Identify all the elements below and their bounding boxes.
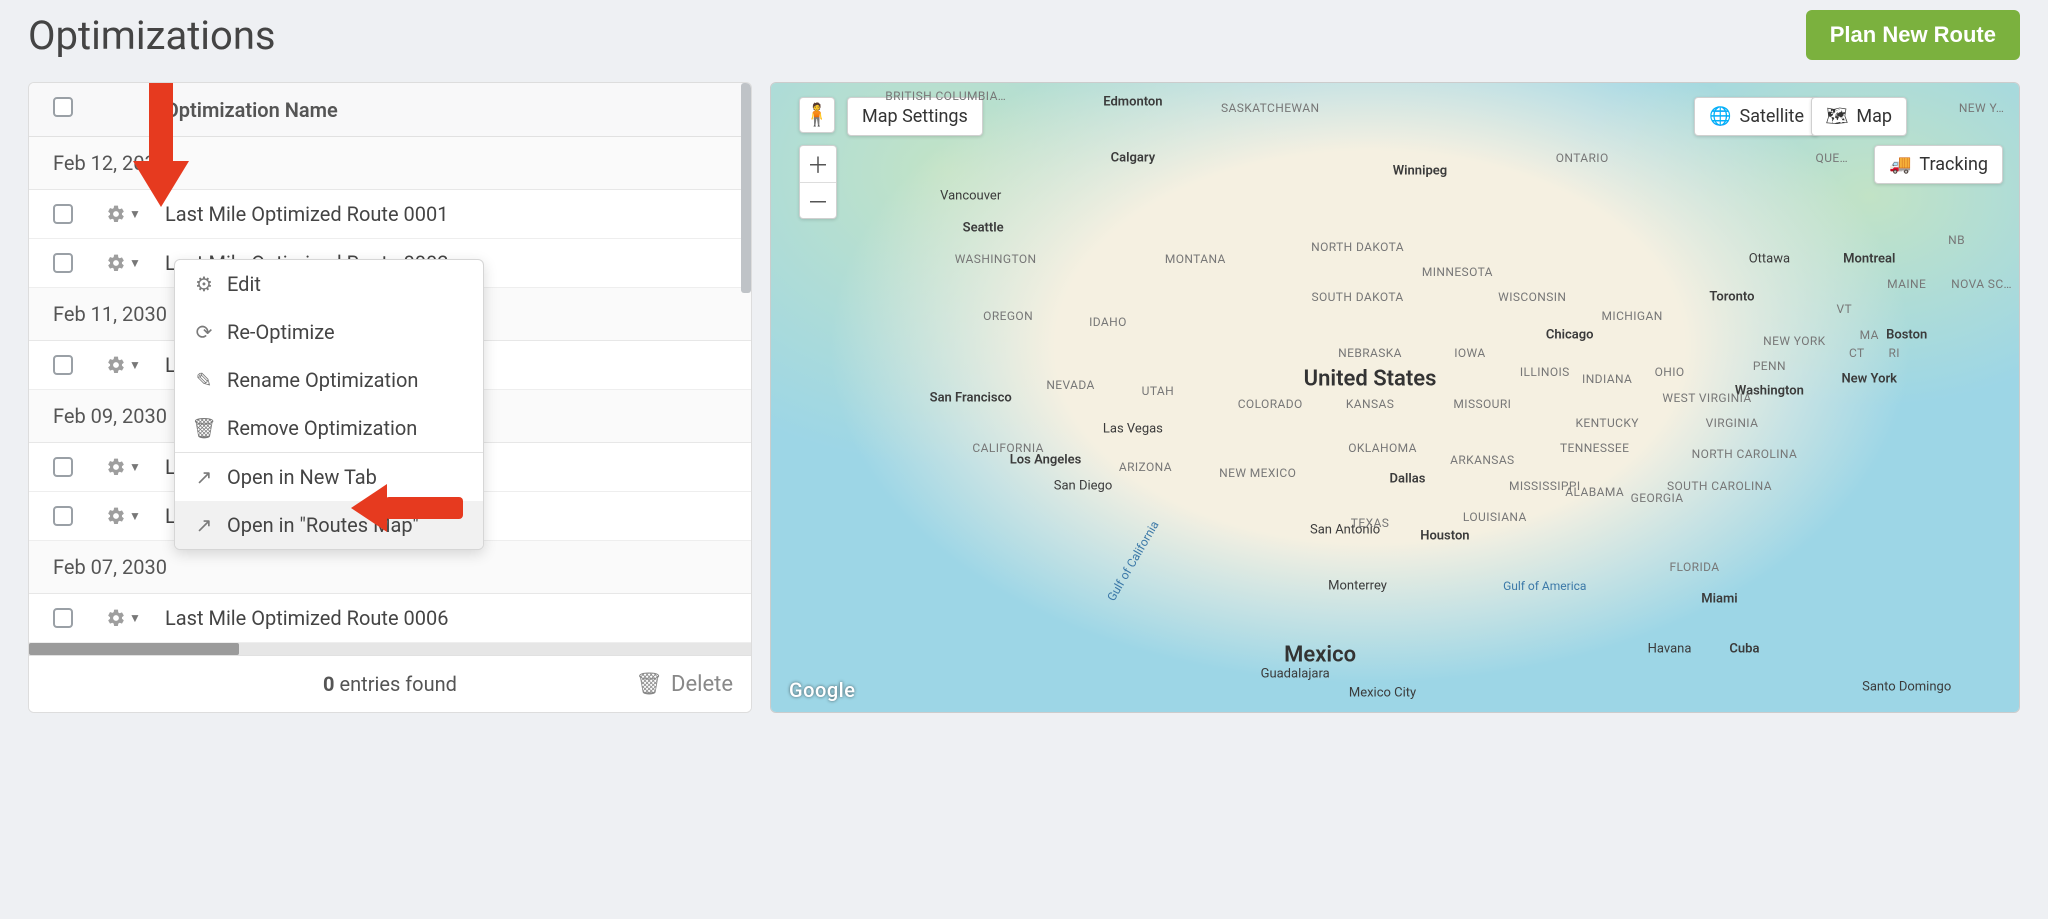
zoom-control: ＋ － <box>799 145 837 219</box>
map-panel[interactable]: 🧍 Map Settings ＋ － 🌐Satellite 🗺Map 🚚Trac… <box>770 82 2020 713</box>
row-actions-trigger[interactable]: ▼ <box>105 607 165 629</box>
menu-label: Remove Optimization <box>227 416 417 440</box>
row-actions-trigger[interactable]: ▼ <box>105 354 165 376</box>
caret-down-icon: ▼ <box>129 509 141 523</box>
row-checkbox[interactable] <box>53 457 73 477</box>
globe-icon: 🌐 <box>1709 106 1731 127</box>
menu-label: Re-Optimize <box>227 320 335 344</box>
row-checkbox[interactable] <box>53 608 73 628</box>
optimizations-list-panel: Optimization Name Feb 12, 2030 ▼ Last Mi… <box>28 82 752 713</box>
optimization-name: Last Mile Optimized Route 0006 <box>165 606 727 630</box>
menu-rename[interactable]: ✎ Rename Optimization <box>175 356 483 404</box>
menu-remove[interactable]: 🗑 Remove Optimization <box>175 404 483 452</box>
tracking-button[interactable]: 🚚Tracking <box>1874 145 2003 184</box>
map-icon: 🗺 <box>1826 106 1849 127</box>
pegman-icon: 🧍 <box>803 103 830 128</box>
delete-label: Delete <box>671 672 733 697</box>
entries-count: 0 entries found <box>323 672 457 696</box>
gear-icon <box>105 354 127 376</box>
column-header-name[interactable]: Optimization Name <box>165 98 727 122</box>
row-checkbox[interactable] <box>53 253 73 273</box>
menu-label: Rename Optimization <box>227 368 418 392</box>
row-actions-trigger[interactable]: ▼ <box>105 505 165 527</box>
satellite-toggle[interactable]: 🌐Satellite <box>1694 97 1819 136</box>
truck-icon: 🚚 <box>1889 154 1911 175</box>
gear-icon <box>105 252 127 274</box>
caret-down-icon: ▼ <box>129 611 141 625</box>
row-checkbox[interactable] <box>53 355 73 375</box>
external-link-icon: ↗ <box>193 465 215 489</box>
row-actions-trigger[interactable]: ▼ <box>105 456 165 478</box>
caret-down-icon: ▼ <box>129 207 141 221</box>
zoom-in-button[interactable]: ＋ <box>800 146 836 182</box>
select-all-checkbox[interactable] <box>53 97 73 117</box>
zoom-out-button[interactable]: － <box>800 182 836 218</box>
delete-button[interactable]: 🗑 Delete <box>635 672 733 697</box>
pencil-icon: ✎ <box>193 368 215 392</box>
refresh-icon: ⟳ <box>193 320 215 344</box>
gear-icon <box>105 456 127 478</box>
map-toggle[interactable]: 🗺Map <box>1811 97 1907 136</box>
row-checkbox[interactable] <box>53 506 73 526</box>
annotation-arrow-down <box>133 83 189 207</box>
map-canvas[interactable] <box>771 83 2019 712</box>
map-settings-button[interactable]: Map Settings <box>847 97 983 136</box>
trash-icon: 🗑 <box>635 672 663 697</box>
map-attribution: Google <box>789 678 855 702</box>
gear-icon <box>105 203 127 225</box>
page-title: Optimizations <box>28 12 276 59</box>
horizontal-scrollbar[interactable] <box>29 643 751 655</box>
trash-icon: 🗑 <box>193 416 215 440</box>
caret-down-icon: ▼ <box>129 256 141 270</box>
caret-down-icon: ▼ <box>129 460 141 474</box>
list-footer: 0 entries found 🗑 Delete <box>29 655 751 712</box>
menu-edit[interactable]: ⚙ Edit <box>175 260 483 308</box>
caret-down-icon: ▼ <box>129 358 141 372</box>
pegman-button[interactable]: 🧍 <box>799 97 835 133</box>
annotation-arrow-left <box>351 484 463 532</box>
gear-icon <box>105 607 127 629</box>
menu-label: Edit <box>227 272 261 296</box>
optimization-name: Last Mile Optimized Route 0001 <box>165 202 727 226</box>
gear-icon <box>105 505 127 527</box>
menu-reoptimize[interactable]: ⟳ Re-Optimize <box>175 308 483 356</box>
plan-new-route-button[interactable]: Plan New Route <box>1806 10 2020 60</box>
gear-icon: ⚙ <box>193 272 215 296</box>
row-checkbox[interactable] <box>53 204 73 224</box>
external-link-icon: ↗ <box>193 513 215 537</box>
row-actions-trigger[interactable]: ▼ <box>105 252 165 274</box>
vertical-scrollbar[interactable] <box>741 83 751 293</box>
optimization-row[interactable]: ▼ Last Mile Optimized Route 0006 <box>29 594 751 643</box>
